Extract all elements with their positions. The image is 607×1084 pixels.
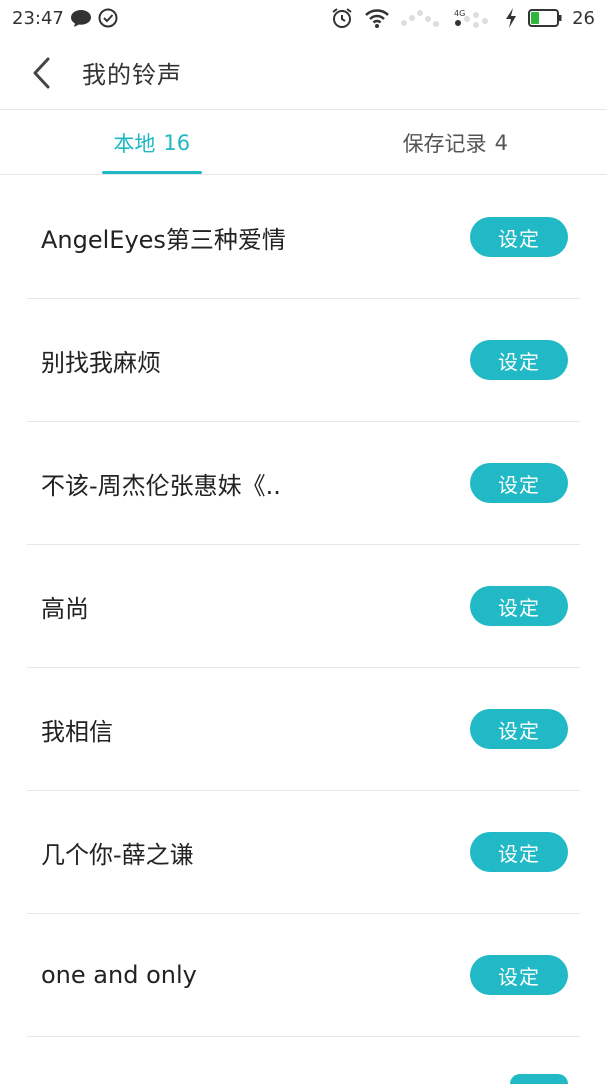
set-ringtone-button-partial[interactable]: [510, 1074, 568, 1084]
list-item[interactable]: AngelEyes第三种爱情 设定: [27, 176, 580, 299]
ringtone-title: AngelEyes第三种爱情: [41, 220, 470, 255]
tab-saved-records[interactable]: 保存记录 4: [304, 111, 607, 174]
set-ringtone-button[interactable]: 设定: [470, 955, 568, 995]
battery-level: 26: [572, 8, 595, 29]
status-time: 23:47: [12, 8, 64, 29]
tab-local-count: 16: [163, 131, 190, 155]
list-item[interactable]: 几个你-薛之谦 设定: [27, 791, 580, 914]
ringtone-title: 不该-周杰伦张惠妹《..: [41, 466, 470, 501]
set-ringtone-button[interactable]: 设定: [470, 463, 568, 503]
ringtone-list: AngelEyes第三种爱情 设定 别找我麻烦 设定 不该-周杰伦张惠妹《.. …: [27, 176, 580, 1037]
set-ringtone-button[interactable]: 设定: [470, 709, 568, 749]
list-item[interactable]: one and only 设定: [27, 914, 580, 1037]
ringtone-title: 我相信: [41, 712, 470, 747]
tab-local[interactable]: 本地 16: [0, 111, 304, 174]
app-bar: 我的铃声: [0, 36, 607, 110]
list-item[interactable]: 别找我麻烦 设定: [27, 299, 580, 422]
alarm-icon: [330, 6, 354, 30]
list-item[interactable]: 不该-周杰伦张惠妹《.. 设定: [27, 422, 580, 545]
set-ringtone-button[interactable]: 设定: [470, 586, 568, 626]
ringtone-title: 几个你-薛之谦: [41, 835, 470, 870]
ringtone-title: 别找我麻烦: [41, 343, 470, 378]
set-ringtone-button[interactable]: 设定: [470, 832, 568, 872]
tab-saved-records-count: 4: [495, 131, 508, 155]
signal-dots-icon: [400, 7, 440, 29]
tab-bar: 本地 16 保存记录 4: [0, 111, 607, 175]
status-left: 23:47: [12, 8, 118, 29]
ringtone-title: one and only: [41, 961, 470, 989]
tab-local-label: 本地: [113, 128, 155, 158]
signal-4g-icon: 4G: [450, 7, 494, 29]
back-button[interactable]: [12, 36, 72, 110]
page-title: 我的铃声: [82, 55, 182, 90]
ringtone-title: 高尚: [41, 589, 470, 624]
charging-icon: [504, 7, 518, 29]
message-icon: [70, 8, 92, 28]
set-ringtone-button[interactable]: 设定: [470, 217, 568, 257]
set-ringtone-button[interactable]: 设定: [470, 340, 568, 380]
list-item[interactable]: 我相信 设定: [27, 668, 580, 791]
tab-saved-records-label: 保存记录: [403, 128, 487, 158]
list-item[interactable]: 高尚 设定: [27, 545, 580, 668]
battery-icon: [528, 8, 562, 28]
wifi-icon: [364, 7, 390, 29]
svg-text:4G: 4G: [454, 9, 465, 18]
status-bar: 23:47 4G 26: [0, 0, 607, 36]
check-circle-icon: [98, 8, 118, 28]
chevron-left-icon: [30, 56, 54, 90]
status-right: 4G 26: [330, 6, 595, 30]
